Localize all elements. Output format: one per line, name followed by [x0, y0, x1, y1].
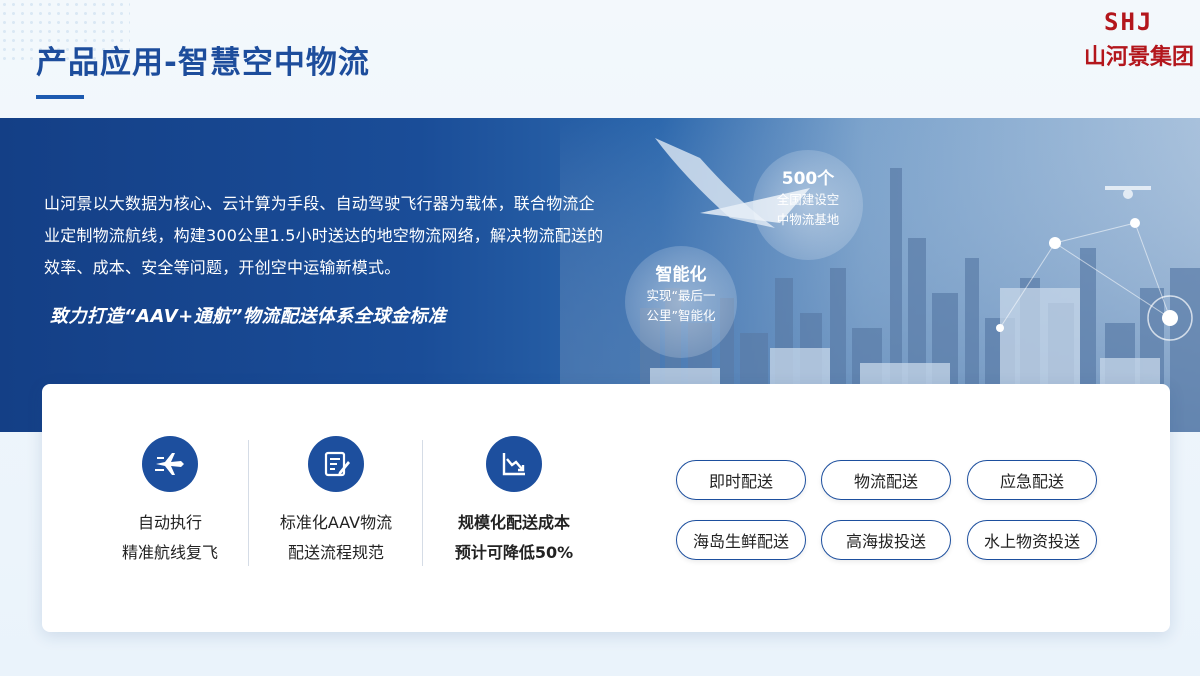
- bubble-headline: 智能化: [655, 265, 707, 285]
- tag-high-altitude-delivery[interactable]: 高海拔投送: [821, 520, 951, 560]
- banner-slogan: 致力打造“AAV+通航”物流配送体系全球金标准: [50, 306, 447, 327]
- feature-line: 标准化AAV物流: [279, 513, 393, 532]
- bubble-text-line: 中物流基地: [776, 212, 840, 227]
- bubble-text-line: 实现“最后一: [646, 288, 716, 303]
- tag-emergency-delivery[interactable]: 应急配送: [967, 460, 1097, 500]
- logo-mark: SHJ: [1104, 8, 1154, 36]
- document-edit-icon: [308, 436, 364, 492]
- tag-island-fresh-delivery[interactable]: 海岛生鲜配送: [676, 520, 806, 560]
- company-logo: SHJ 山河景集团: [1084, 8, 1195, 75]
- feature-line: 自动执行: [137, 513, 202, 532]
- bubble-text-line: 公里”智能化: [646, 308, 716, 323]
- tag-logistics-delivery[interactable]: 物流配送: [821, 460, 951, 500]
- feature-cost-reduction: 规模化配送成本 预计可降低50%: [426, 436, 602, 568]
- feature-divider: [422, 440, 423, 566]
- feature-line: 配送流程规范: [287, 543, 384, 562]
- bubble-headline: 500个: [781, 169, 835, 189]
- logo-name: 山河景集团: [1084, 44, 1195, 70]
- stat-bubble-intelligent: 智能化 实现“最后一 公里”智能化: [625, 246, 737, 358]
- features-card: 自动执行 精准航线复飞 标准化AAV物流 配送流程规范 规模化配送成本 预计可降…: [42, 384, 1170, 632]
- tag-water-supply-delivery[interactable]: 水上物资投送: [967, 520, 1097, 560]
- page-title: 产品应用-智慧空中物流: [36, 45, 370, 81]
- feature-line: 精准航线复飞: [121, 543, 218, 562]
- feature-line: 预计可降低50%: [454, 543, 574, 562]
- bubble-text-line: 全国建设空: [776, 192, 840, 207]
- feature-auto-flight: 自动执行 精准航线复飞: [82, 436, 258, 568]
- stat-bubble-base-count: 500个 全国建设空 中物流基地: [753, 150, 863, 260]
- banner-description: 山河景以大数据为核心、云计算为手段、自动驾驶飞行器为载体，联合物流企业定制物流航…: [44, 194, 604, 277]
- title-underline: [36, 95, 84, 99]
- airplane-icon: [142, 436, 198, 492]
- slide: 产品应用-智慧空中物流 SHJ 山河景集团 山河景以大数据为核心、云计算为手段、…: [0, 0, 1200, 676]
- feature-standard-process: 标准化AAV物流 配送流程规范: [248, 436, 424, 568]
- tag-instant-delivery[interactable]: 即时配送: [676, 460, 806, 500]
- trend-down-chart-icon: [486, 436, 542, 492]
- feature-line: 规模化配送成本: [457, 513, 570, 532]
